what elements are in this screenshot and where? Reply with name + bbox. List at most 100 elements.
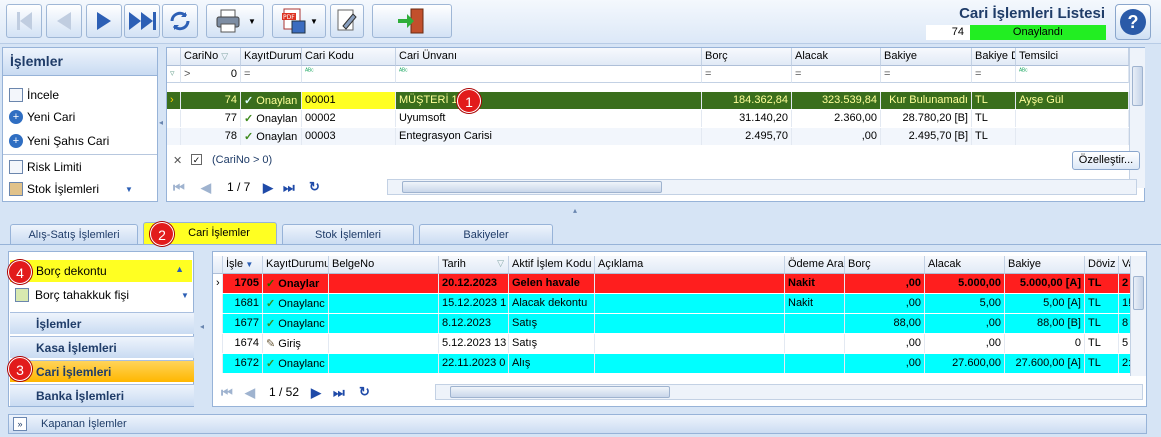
- col-isle[interactable]: İşle ▼: [223, 256, 263, 274]
- col-bakiye-d[interactable]: Bakiye D: [972, 48, 1016, 66]
- col-temsilci[interactable]: Temsilci: [1016, 48, 1129, 66]
- col-aktif-islem-kodu[interactable]: Aktif İşlem Kodu: [509, 256, 595, 274]
- expand-icon[interactable]: »: [13, 417, 27, 431]
- op-risk-limiti[interactable]: Risk Limiti: [9, 160, 82, 174]
- splitter-up-icon[interactable]: ▴: [573, 206, 583, 215]
- help-icon[interactable]: ?: [1115, 4, 1151, 40]
- next-page-icon[interactable]: ▶: [263, 180, 273, 196]
- tab-alis-satis[interactable]: Alış-Satış İşlemleri: [10, 224, 138, 244]
- clear-filter-icon[interactable]: ✕: [173, 154, 182, 167]
- vertical-scrollbar[interactable]: [1130, 256, 1146, 376]
- col-cari-kodu[interactable]: Cari Kodu: [302, 48, 396, 66]
- collapse-left-icon[interactable]: ◂: [200, 322, 204, 331]
- cell-alacak: 27.600,00: [925, 354, 1005, 373]
- prev-icon[interactable]: [46, 4, 82, 38]
- row-indicator-header: [213, 256, 223, 274]
- col-carino[interactable]: CariNo ▽: [181, 48, 241, 66]
- col-borc[interactable]: Borç: [702, 48, 792, 66]
- pdf-save-icon[interactable]: PDF ▼: [272, 4, 326, 38]
- first-page-icon[interactable]: ⏮: [173, 180, 185, 196]
- filter-kod[interactable]: ᴬᴮᶜ: [302, 66, 396, 83]
- row-pointer: [213, 314, 223, 333]
- nav-section-islemler[interactable]: İşlemler: [10, 312, 194, 334]
- tab-stok-islemleri[interactable]: Stok İşlemleri: [282, 224, 414, 244]
- last-page-icon[interactable]: ⏭: [333, 385, 345, 401]
- filter-temsilci[interactable]: ᴬᴮᶜ: [1016, 66, 1129, 83]
- prev-page-icon[interactable]: ◀: [201, 180, 211, 196]
- row-indicator-header: [167, 48, 181, 66]
- next-icon[interactable]: [86, 4, 122, 38]
- filter-expression[interactable]: (CariNo > 0): [212, 154, 272, 166]
- check-icon: ✓: [266, 318, 276, 330]
- horizontal-scrollbar[interactable]: [387, 179, 1137, 195]
- col-kayitdurumu[interactable]: KayıtDurumu: [263, 256, 329, 274]
- nav-section-banka[interactable]: Banka İşlemleri: [10, 384, 194, 406]
- operations-title: İşlemler: [3, 48, 157, 76]
- nav-item-borc-dekontu[interactable]: Borç dekontu ▲: [10, 260, 192, 282]
- cell-no: 1705: [223, 274, 263, 293]
- op-yeni-cari[interactable]: + Yeni Cari: [9, 110, 75, 124]
- last-page-icon[interactable]: ⏭: [283, 180, 295, 196]
- cell-belge: [329, 294, 439, 313]
- risk-icon: [9, 160, 23, 174]
- op-incele[interactable]: İncele: [9, 88, 59, 102]
- cell-kod: Satış: [509, 314, 595, 333]
- scroll-thumb[interactable]: [1132, 66, 1143, 106]
- op-label: Stok İşlemleri: [27, 182, 100, 196]
- cell-alacak: 5.000,00: [925, 274, 1005, 293]
- col-borc[interactable]: Borç: [845, 256, 925, 274]
- col-aciklama[interactable]: Açıklama: [595, 256, 785, 274]
- nav-section-cari[interactable]: Cari İşlemleri: [10, 360, 194, 382]
- refresh-page-icon[interactable]: ↻: [359, 384, 370, 400]
- filter-carino[interactable]: >0: [181, 66, 241, 83]
- edit-tool-icon[interactable]: [330, 4, 364, 38]
- col-bakiye[interactable]: Bakiye: [1005, 256, 1085, 274]
- filter-enabled-checkbox[interactable]: ✓: [191, 154, 202, 165]
- filter-borc[interactable]: =: [702, 66, 792, 83]
- cell-bakiye: 88,00 [B]: [1005, 314, 1085, 333]
- chevron-up-icon: ▲: [175, 264, 184, 274]
- cell-temsilci: Ayşe Gül: [1016, 92, 1129, 109]
- col-belgeno[interactable]: BelgeNo: [329, 256, 439, 274]
- filter-icon: ▿: [167, 66, 181, 83]
- filter-bakiye-d[interactable]: =: [972, 66, 1016, 83]
- cell-durum: ✎ Giriş: [263, 334, 329, 353]
- print-icon[interactable]: ▼: [206, 4, 264, 38]
- next-page-icon[interactable]: ▶: [311, 385, 321, 401]
- filter-alacak[interactable]: =: [792, 66, 881, 83]
- collapse-left-icon[interactable]: ◂: [159, 118, 165, 138]
- first-icon[interactable]: [6, 4, 42, 38]
- col-doviz[interactable]: Döviz: [1085, 256, 1119, 274]
- col-bakiye[interactable]: Bakiye: [881, 48, 972, 66]
- col-alacak[interactable]: Alacak: [792, 48, 881, 66]
- filter-bakiye[interactable]: =: [881, 66, 972, 83]
- hscroll-thumb[interactable]: [450, 386, 670, 398]
- col-tarih[interactable]: Tarih ▽: [439, 256, 509, 274]
- chevron-down-icon[interactable]: ▼: [125, 185, 133, 194]
- op-stok-islemleri[interactable]: Stok İşlemleri ▼: [9, 182, 133, 196]
- col-odeme[interactable]: Ödeme Ara: [785, 256, 845, 274]
- scroll-thumb[interactable]: [1133, 276, 1144, 310]
- first-page-icon[interactable]: ⏮: [221, 385, 233, 401]
- refresh-page-icon[interactable]: ↻: [309, 179, 320, 195]
- col-kayitdurumu[interactable]: KayıtDurumu: [241, 48, 302, 66]
- prev-page-icon[interactable]: ◀: [245, 385, 255, 401]
- customize-button[interactable]: Özelleştir...: [1072, 151, 1140, 170]
- cell-kod: Satış: [509, 334, 595, 353]
- closed-transactions-bar[interactable]: » Kapanan İşlemler: [8, 414, 1147, 434]
- filter-unvan[interactable]: ᴬᴮᶜ: [396, 66, 702, 83]
- cell-odeme: [785, 314, 845, 333]
- nav-item-borc-tahakkuk[interactable]: Borç tahakkuk fişi ▼: [15, 288, 189, 302]
- exit-door-icon[interactable]: [372, 4, 452, 38]
- horizontal-scrollbar[interactable]: [435, 384, 1143, 400]
- last-icon[interactable]: [124, 4, 160, 38]
- op-yeni-sahis-cari[interactable]: + Yeni Şahıs Cari: [9, 134, 109, 148]
- refresh-icon[interactable]: [162, 4, 198, 38]
- filter-kayit[interactable]: =: [241, 66, 302, 83]
- col-cari-unvani[interactable]: Cari Ünvanı: [396, 48, 702, 66]
- col-alacak[interactable]: Alacak: [925, 256, 1005, 274]
- nav-section-kasa[interactable]: Kasa İşlemleri: [10, 336, 194, 358]
- operations-panel: İşlemler İncele + Yeni Cari + Yeni Şahıs C…: [2, 47, 158, 202]
- hscroll-thumb[interactable]: [402, 181, 662, 193]
- tab-bakiyeler[interactable]: Bakiyeler: [419, 224, 553, 244]
